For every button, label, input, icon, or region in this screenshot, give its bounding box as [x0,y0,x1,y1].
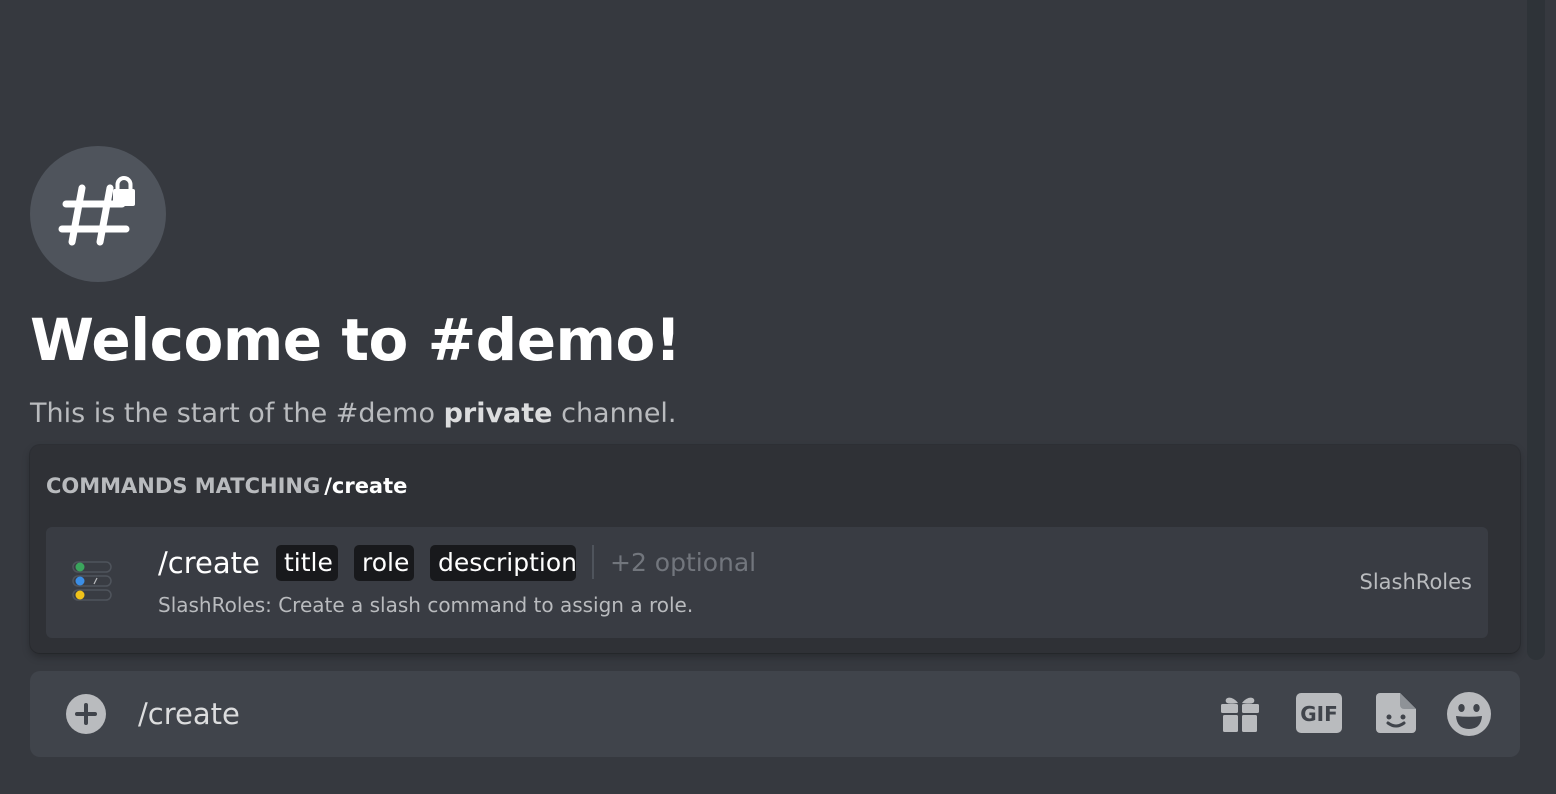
message-input[interactable] [138,689,1188,739]
sticker-icon [1376,693,1416,733]
attach-button[interactable] [66,694,106,734]
sticker-button[interactable] [1374,691,1418,735]
message-composer: GIF [30,671,1520,757]
emoji-icon [1447,692,1491,736]
command-option-create[interactable]: /create title role description +2 option… [46,527,1488,638]
welcome-subtitle-prefix: This is the start of the #demo [30,398,435,429]
options-divider [592,545,594,579]
command-option-description[interactable]: description [430,545,577,581]
gif-label: GIF [1300,702,1338,726]
command-option-title[interactable]: title [276,545,338,581]
welcome-subtitle-suffix: channel. [561,398,677,429]
command-option-role[interactable]: role [354,545,414,581]
command-name: /create [158,546,260,580]
welcome-subtitle-private: private [443,398,553,429]
autocomplete-header-label: COMMANDS MATCHING [46,474,321,498]
command-autocomplete-popup: COMMANDS MATCHING/create /create title r… [30,445,1520,653]
command-description: SlashRoles: Create a slash command to as… [158,593,694,617]
plus-icon [75,703,97,725]
command-source-app: SlashRoles [1359,570,1472,594]
gift-icon [1221,697,1259,732]
optional-options-count: +2 optional [610,548,757,577]
autocomplete-query: /create [324,474,408,498]
autocomplete-header: COMMANDS MATCHING/create [46,469,407,503]
welcome-title: Welcome to #demo! [30,306,681,374]
emoji-button[interactable] [1446,691,1492,737]
scrollbar[interactable] [1527,0,1545,660]
slashroles-app-icon [72,561,112,601]
welcome-subtitle: This is the start of the #demo private c… [30,394,677,434]
chat-view: Welcome to #demo! This is the start of t… [0,0,1556,794]
private-channel-icon [30,146,166,282]
gift-button[interactable] [1218,691,1262,735]
gif-button[interactable]: GIF [1294,691,1344,735]
